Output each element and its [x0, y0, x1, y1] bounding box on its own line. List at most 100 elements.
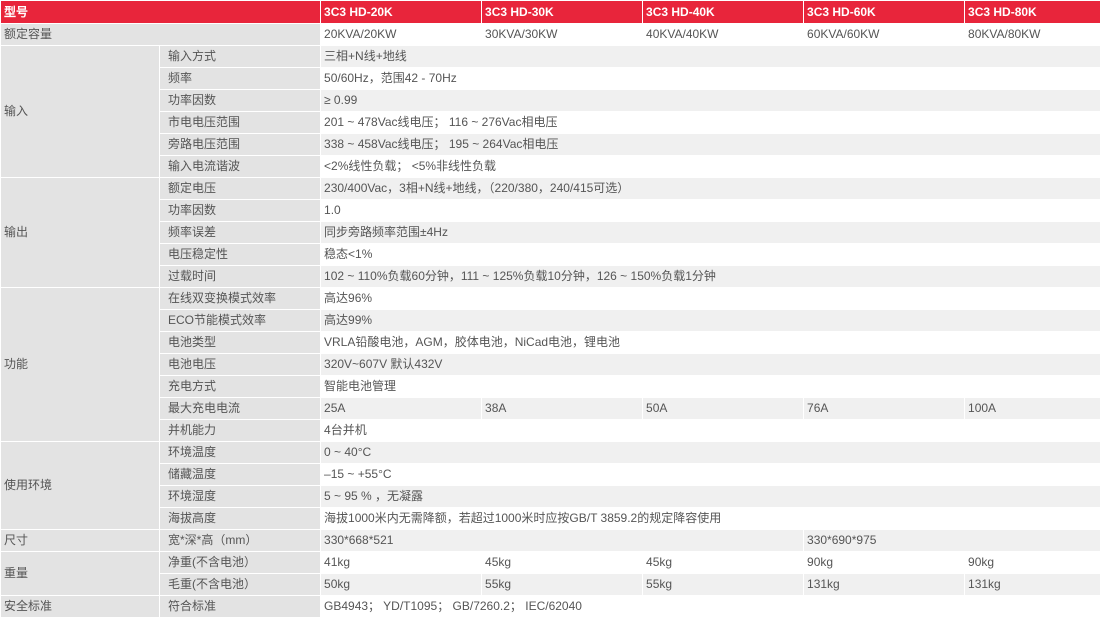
output-rated-voltage-value: 230/400Vac，3相+N线+地线，（220/380，240/415可选）: [321, 178, 1100, 200]
rated-capacity-40k: 40KVA/40KW: [643, 24, 804, 46]
row-max-charge-current: 最大充电电流 25A 38A 50A 76A 100A: [1, 398, 1100, 420]
row-online-efficiency: 功能 在线双变换模式效率 高达96%: [1, 288, 1100, 310]
mains-voltage-range-label: 市电电压范围: [160, 112, 321, 134]
dimension-value-large: 330*690*975: [804, 530, 1100, 552]
row-input-frequency: 频率 50/60Hz，范围42 - 70Hz: [1, 68, 1100, 90]
row-parallel-capability: 并机能力 4台并机: [1, 420, 1100, 442]
storage-temperature-label: 储藏温度: [160, 464, 321, 486]
row-dimensions: 尺寸 宽*深*高（mm） 330*668*521 330*690*975: [1, 530, 1100, 552]
header-model-label: 型号: [1, 1, 321, 24]
output-power-factor-label: 功率因数: [160, 200, 321, 222]
header-model-80k: 3C3 HD-80K: [965, 1, 1100, 24]
safety-standard-value: GB4943； YD/T1095； GB/7260.2； IEC/62040: [321, 596, 1100, 618]
bypass-voltage-range-label: 旁路电压范围: [160, 134, 321, 156]
header-row: 型号 3C3 HD-20K 3C3 HD-30K 3C3 HD-40K 3C3 …: [1, 1, 1100, 24]
overload-time-label: 过载时间: [160, 266, 321, 288]
output-rated-voltage-label: 额定电压: [160, 178, 321, 200]
gross-weight-20k: 50kg: [321, 574, 482, 596]
header-model-40k: 3C3 HD-40K: [643, 1, 804, 24]
output-power-factor-value: 1.0: [321, 200, 1100, 222]
net-weight-30k: 45kg: [482, 552, 643, 574]
dimension-category: 尺寸: [1, 530, 160, 552]
ambient-humidity-value: 5 ~ 95 % ，无凝露: [321, 486, 1100, 508]
online-efficiency-label: 在线双变换模式效率: [160, 288, 321, 310]
net-weight-label: 净重(不含电池）: [160, 552, 321, 574]
charging-mode-label: 充电方式: [160, 376, 321, 398]
input-power-factor-label: 功率因数: [160, 90, 321, 112]
charging-mode-value: 智能电池管理: [321, 376, 1100, 398]
environment-category: 使用环境: [1, 442, 160, 530]
online-efficiency-value: 高达96%: [321, 288, 1100, 310]
gross-weight-40k: 55kg: [643, 574, 804, 596]
ambient-temperature-value: 0 ~ 40°C: [321, 442, 1100, 464]
input-current-harmonics-value: <2%线性负载； <5%非线性负载: [321, 156, 1100, 178]
dimension-label: 宽*深*高（mm）: [160, 530, 321, 552]
bypass-voltage-range-value: 338 ~ 458Vac线电压； 195 ~ 264Vac相电压: [321, 134, 1100, 156]
row-bypass-voltage-range: 旁路电压范围 338 ~ 458Vac线电压； 195 ~ 264Vac相电压: [1, 134, 1100, 156]
row-voltage-stability: 电压稳定性 稳态<1%: [1, 244, 1100, 266]
safety-category: 安全标准: [1, 596, 160, 618]
input-frequency-label: 频率: [160, 68, 321, 90]
header-model-60k: 3C3 HD-60K: [804, 1, 965, 24]
eco-efficiency-label: ECO节能模式效率: [160, 310, 321, 332]
rated-capacity-80k: 80KVA/80KW: [965, 24, 1100, 46]
overload-time-value: 102 ~ 110%负载60分钟，111 ~ 125%负载10分钟，126 ~ …: [321, 266, 1100, 288]
net-weight-40k: 45kg: [643, 552, 804, 574]
frequency-error-value: 同步旁路频率范围±4Hz: [321, 222, 1100, 244]
row-output-power-factor: 功率因数 1.0: [1, 200, 1100, 222]
max-charge-current-60k: 76A: [804, 398, 965, 420]
row-altitude: 海拔高度 海拔1000米内无需降额，若超过1000米时应按GB/T 3859.2…: [1, 508, 1100, 530]
gross-weight-30k: 55kg: [482, 574, 643, 596]
altitude-value: 海拔1000米内无需降额，若超过1000米时应按GB/T 3859.2的规定降容…: [321, 508, 1100, 530]
row-eco-efficiency: ECO节能模式效率 高达99%: [1, 310, 1100, 332]
dimension-value-small: 330*668*521: [321, 530, 804, 552]
altitude-label: 海拔高度: [160, 508, 321, 530]
net-weight-60k: 90kg: [804, 552, 965, 574]
row-rated-capacity: 额定容量 20KVA/20KW 30KVA/30KW 40KVA/40KW 60…: [1, 24, 1100, 46]
max-charge-current-80k: 100A: [965, 398, 1100, 420]
max-charge-current-label: 最大充电电流: [160, 398, 321, 420]
voltage-stability-value: 稳态<1%: [321, 244, 1100, 266]
input-power-factor-value: ≥ 0.99: [321, 90, 1100, 112]
input-mode-value: 三相+N线+地线: [321, 46, 1100, 68]
rated-capacity-30k: 30KVA/30KW: [482, 24, 643, 46]
output-category: 输出: [1, 178, 160, 288]
row-frequency-error: 频率误差 同步旁路频率范围±4Hz: [1, 222, 1100, 244]
row-input-current-harmonics: 输入电流谐波 <2%线性负载； <5%非线性负载: [1, 156, 1100, 178]
row-storage-temperature: 储藏温度 –15 ~ +55°C: [1, 464, 1100, 486]
row-battery-type: 电池类型 VRLA铅酸电池，AGM，胶体电池，NiCad电池，锂电池: [1, 332, 1100, 354]
max-charge-current-30k: 38A: [482, 398, 643, 420]
gross-weight-label: 毛重(不含电池）: [160, 574, 321, 596]
rated-capacity-label: 额定容量: [1, 24, 321, 46]
input-frequency-value: 50/60Hz，范围42 - 70Hz: [321, 68, 1100, 90]
row-net-weight: 重量 净重(不含电池） 41kg 45kg 45kg 90kg 90kg: [1, 552, 1100, 574]
mains-voltage-range-value: 201 ~ 478Vac线电压； 116 ~ 276Vac相电压: [321, 112, 1100, 134]
row-ambient-humidity: 环境湿度 5 ~ 95 % ，无凝露: [1, 486, 1100, 508]
battery-type-label: 电池类型: [160, 332, 321, 354]
net-weight-20k: 41kg: [321, 552, 482, 574]
input-category: 输入: [1, 46, 160, 178]
row-overload-time: 过载时间 102 ~ 110%负载60分钟，111 ~ 125%负载10分钟，1…: [1, 266, 1100, 288]
parallel-capability-value: 4台并机: [321, 420, 1100, 442]
row-ambient-temperature: 使用环境 环境温度 0 ~ 40°C: [1, 442, 1100, 464]
row-mains-voltage-range: 市电电压范围 201 ~ 478Vac线电压； 116 ~ 276Vac相电压: [1, 112, 1100, 134]
frequency-error-label: 频率误差: [160, 222, 321, 244]
ambient-temperature-label: 环境温度: [160, 442, 321, 464]
header-model-30k: 3C3 HD-30K: [482, 1, 643, 24]
battery-voltage-value: 320V~607V 默认432V: [321, 354, 1100, 376]
gross-weight-80k: 131kg: [965, 574, 1100, 596]
weight-category: 重量: [1, 552, 160, 596]
max-charge-current-20k: 25A: [321, 398, 482, 420]
gross-weight-60k: 131kg: [804, 574, 965, 596]
header-model-20k: 3C3 HD-20K: [321, 1, 482, 24]
max-charge-current-40k: 50A: [643, 398, 804, 420]
battery-voltage-label: 电池电压: [160, 354, 321, 376]
row-input-power-factor: 功率因数 ≥ 0.99: [1, 90, 1100, 112]
row-battery-voltage: 电池电压 320V~607V 默认432V: [1, 354, 1100, 376]
parallel-capability-label: 并机能力: [160, 420, 321, 442]
row-gross-weight: 毛重(不含电池） 50kg 55kg 55kg 131kg 131kg: [1, 574, 1100, 596]
ambient-humidity-label: 环境湿度: [160, 486, 321, 508]
net-weight-80k: 90kg: [965, 552, 1100, 574]
eco-efficiency-value: 高达99%: [321, 310, 1100, 332]
row-input-mode: 输入 输入方式 三相+N线+地线: [1, 46, 1100, 68]
